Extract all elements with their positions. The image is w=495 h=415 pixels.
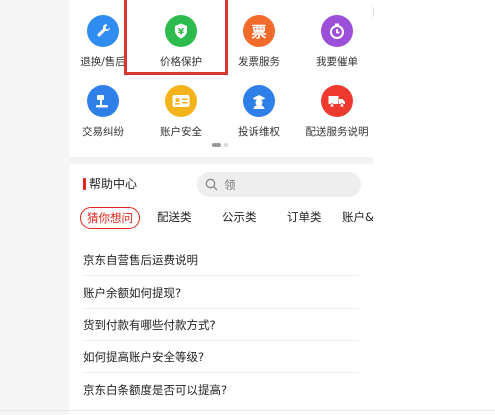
- tab-notice[interactable]: 公示类: [222, 207, 257, 229]
- service-label: 投诉维权: [238, 126, 280, 138]
- search-icon: [205, 178, 218, 191]
- search-placeholder: 领: [224, 177, 236, 192]
- timer-icon: [321, 15, 353, 47]
- service-label: 配送服务说明: [305, 126, 369, 138]
- gavel-icon: [87, 85, 119, 117]
- page-indicator: [212, 143, 228, 147]
- page: 退换/售后 ¥ 价格保护 票 发票服务 我要催单 交易纠纷 账户安全 投诉维权: [0, 0, 495, 415]
- section-divider: [69, 157, 373, 164]
- delivery-truck-icon: [321, 85, 353, 117]
- service-label: 交易纠纷: [82, 126, 124, 138]
- service-item-urge[interactable]: 我要催单: [297, 15, 377, 69]
- faq-item[interactable]: 京东自营售后运费说明: [83, 252, 359, 268]
- search-input[interactable]: 领: [197, 172, 361, 197]
- tab-order[interactable]: 订单类: [287, 207, 322, 229]
- service-label: 发票服务: [238, 56, 280, 68]
- category-tabs: 猜你想问 配送类 公示类 订单类 账户&: [80, 207, 373, 229]
- id-card-icon: [165, 85, 197, 117]
- faq-divider: [83, 308, 359, 309]
- service-item-complaint[interactable]: 投诉维权: [219, 85, 299, 139]
- bottom-divider: [0, 410, 495, 411]
- faq-divider: [83, 340, 359, 341]
- service-label: 账户安全: [160, 126, 202, 138]
- tab-delivery[interactable]: 配送类: [157, 207, 192, 229]
- help-center-title: 帮助中心: [89, 177, 138, 191]
- wrench-icon: [87, 15, 119, 47]
- faq-divider: [83, 372, 359, 373]
- service-item-account-security[interactable]: 账户安全: [141, 85, 221, 139]
- page-dot: [224, 143, 228, 147]
- tab-account[interactable]: 账户&: [342, 207, 373, 229]
- faq-item[interactable]: 账户余额如何提现?: [83, 285, 359, 301]
- highlight-box: [124, 0, 228, 75]
- tab-guess[interactable]: 猜你想问: [80, 207, 140, 229]
- page-dot-active: [212, 143, 221, 147]
- right-rail: [373, 0, 495, 415]
- faq-item[interactable]: 京东白条额度是否可以提高?: [83, 382, 359, 398]
- section-marker: [83, 178, 86, 190]
- faq-item[interactable]: 货到付款有哪些付款方式?: [83, 317, 359, 333]
- service-label: 我要催单: [316, 56, 358, 68]
- service-item-invoice[interactable]: 票 发票服务: [219, 15, 299, 69]
- invoice-icon: 票: [243, 15, 275, 47]
- service-item-delivery[interactable]: 配送服务说明: [297, 85, 377, 139]
- service-item-dispute[interactable]: 交易纠纷: [63, 85, 143, 139]
- faq-item[interactable]: 如何提高账户安全等级?: [83, 349, 359, 365]
- faq-divider: [83, 275, 359, 276]
- officer-icon: [243, 85, 275, 117]
